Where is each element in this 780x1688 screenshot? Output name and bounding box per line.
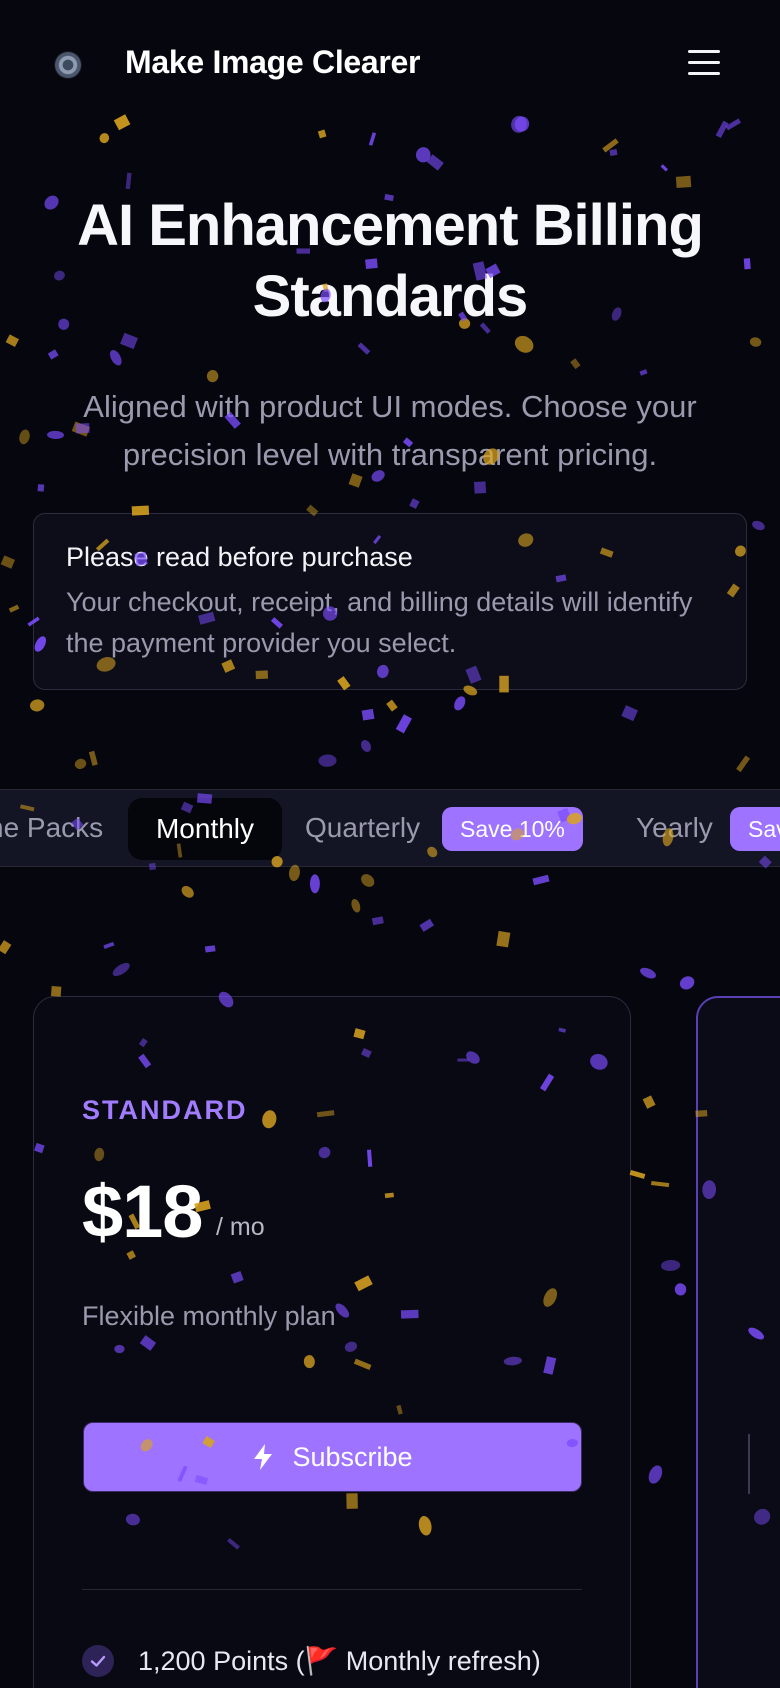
confetti-piece — [351, 899, 361, 913]
confetti-piece — [660, 164, 668, 172]
confetti-piece — [386, 699, 398, 712]
page-title: AI Enhancement Billing Standards — [77, 193, 704, 329]
confetti-piece — [660, 1259, 681, 1272]
confetti-piece — [206, 370, 219, 383]
plan-description: Flexible monthly plan — [82, 1301, 336, 1331]
quarterly-save-badge: Save 10% — [442, 807, 583, 851]
confetti-piece — [181, 885, 194, 898]
plan-card-standard: STANDARD $18 / mo Flexible monthly plan … — [33, 996, 631, 1688]
confetti-piece — [0, 940, 12, 955]
confetti-piece — [361, 874, 375, 887]
confetti-piece — [112, 962, 130, 976]
subscribe-label: Subscribe — [292, 1441, 413, 1472]
divider — [82, 1589, 582, 1590]
confetti-piece — [679, 976, 695, 990]
confetti-piece — [8, 604, 20, 613]
confetti-piece — [47, 349, 59, 360]
confetti-piece — [752, 520, 765, 531]
feature-item: 1,200 Points (🚩 Monthly refresh) — [82, 1645, 541, 1677]
notice-text: Your checkout, receipt, and billing deta… — [66, 587, 693, 658]
confetti-piece — [426, 154, 444, 171]
confetti-piece — [110, 349, 122, 366]
plan-card-next — [696, 996, 780, 1688]
confetti-piece — [318, 754, 337, 767]
confetti-piece — [103, 941, 115, 949]
pricing-page: Make Image Clearer AI Enhancement Billin… — [0, 0, 780, 1688]
confetti-piece — [749, 337, 762, 347]
confetti-piece — [37, 484, 45, 492]
confetti-piece — [609, 149, 618, 156]
confetti-piece — [639, 369, 648, 376]
confetti-piece — [454, 696, 466, 711]
confetti-piece — [0, 555, 16, 569]
card-edge-detail — [748, 1434, 750, 1494]
plan-price: $18 — [82, 1170, 203, 1253]
confetti-piece — [415, 147, 431, 163]
confetti-piece — [640, 967, 656, 979]
confetti-piece — [88, 750, 98, 766]
confetti-piece — [120, 332, 139, 350]
confetti-piece — [419, 918, 435, 932]
hamburger-menu-icon[interactable] — [688, 48, 720, 78]
confetti-piece — [5, 334, 20, 348]
confetti-piece — [361, 708, 375, 721]
confetti-piece — [395, 714, 412, 734]
check-icon — [82, 1645, 114, 1677]
confetti-piece — [532, 874, 550, 886]
confetti-piece — [309, 874, 320, 894]
top-nav: Make Image Clearer — [0, 0, 780, 128]
lightning-bolt-icon — [254, 1444, 273, 1470]
tab-monthly[interactable]: Monthly — [128, 798, 282, 860]
plan-period: / mo — [216, 1213, 265, 1241]
confetti-piece — [368, 132, 377, 146]
confetti-piece — [650, 1180, 670, 1188]
confetti-piece — [30, 699, 45, 712]
tab-yearly[interactable]: Yearly — [636, 790, 713, 866]
tab-quarterly[interactable]: Quarterly — [305, 790, 420, 866]
plan-tier: STANDARD — [82, 1095, 248, 1125]
billing-period-tabs: ne Packs Monthly Quarterly Save 10% Year… — [0, 789, 780, 867]
confetti-piece — [99, 133, 110, 144]
page-subtitle: Aligned with product UI modes. Choose yo… — [83, 389, 697, 472]
confetti-piece — [204, 945, 216, 953]
confetti-piece — [74, 758, 87, 769]
confetti-piece — [629, 1170, 646, 1179]
confetti-piece — [674, 1283, 687, 1296]
confetti-piece — [317, 129, 327, 139]
confetti-piece — [570, 358, 581, 370]
notice-title: Please read before purchase — [66, 542, 413, 572]
confetti-piece — [496, 930, 511, 948]
tab-packs[interactable]: ne Packs — [0, 790, 103, 866]
confetti-piece — [474, 481, 487, 494]
logo-icon[interactable] — [55, 52, 81, 78]
subscribe-button[interactable]: Subscribe — [83, 1422, 582, 1492]
confetti-piece — [19, 429, 30, 445]
confetti-piece — [602, 138, 619, 153]
brand-name[interactable]: Make Image Clearer — [125, 44, 421, 81]
confetti-piece — [736, 755, 751, 773]
confetti-piece — [675, 175, 692, 188]
confetti-piece — [642, 1095, 656, 1109]
confetti-piece — [648, 1465, 663, 1484]
confetti-piece — [514, 335, 534, 353]
yearly-save-badge: Sav — [730, 807, 780, 851]
confetti-piece — [371, 916, 384, 926]
purchase-notice: Please read before purchase Your checkou… — [33, 513, 747, 690]
confetti-piece — [357, 342, 371, 355]
confetti-piece — [409, 498, 420, 509]
confetti-piece — [621, 705, 638, 722]
confetti-piece — [360, 740, 371, 752]
feature-text: 1,200 Points (🚩 Monthly refresh) — [138, 1646, 541, 1676]
confetti-piece — [125, 172, 132, 190]
